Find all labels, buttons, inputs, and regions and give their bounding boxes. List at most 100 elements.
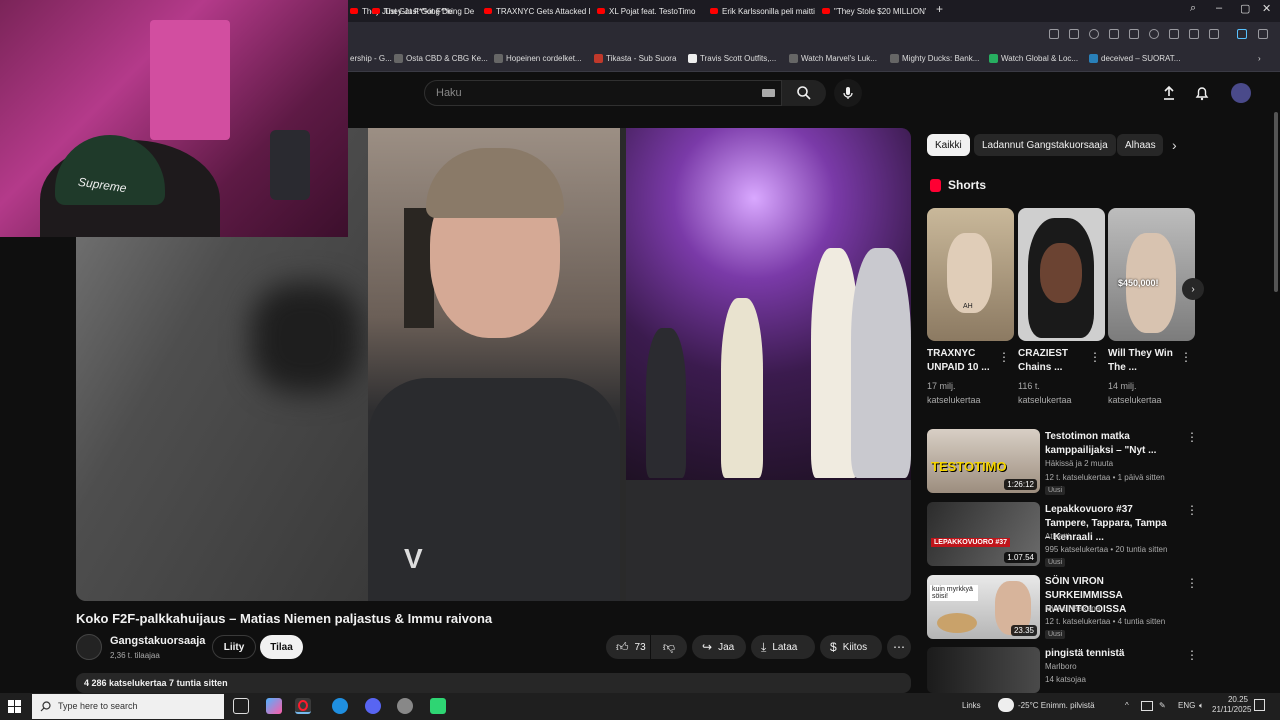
short-thumbnail[interactable]: AH <box>927 208 1014 341</box>
dislike-button[interactable]: 👎︎ <box>651 635 687 659</box>
recommendation-thumbnail[interactable]: TESTOTIMO 1:26:12 <box>927 429 1040 493</box>
bookmark-item[interactable]: Tikasta - Sub Suora <box>594 54 676 63</box>
account-avatar[interactable] <box>1231 83 1251 103</box>
browser-tab[interactable]: TRAXNYC Gets Attacked I <box>484 0 596 22</box>
chip-all[interactable]: Kaikki <box>927 134 970 156</box>
more-vertical-icon[interactable]: ⋮ <box>1186 576 1198 590</box>
notifications-icon[interactable] <box>1254 699 1265 711</box>
play-icon[interactable] <box>1129 29 1139 39</box>
share-button[interactable]: ↪ Jaa <box>692 635 746 659</box>
thanks-button[interactable]: $ Kiitos <box>820 635 882 659</box>
copilot-icon[interactable] <box>266 698 282 714</box>
browser-tab[interactable]: "They Stole $20 MILLION" <box>822 0 926 22</box>
recommendation-thumbnail[interactable]: LEPAKKOVUORO #37 1.07.54 <box>927 502 1040 566</box>
opera-gx-icon[interactable] <box>295 698 311 714</box>
join-button[interactable]: Liity <box>212 635 256 659</box>
chip-uploaded-by-channel[interactable]: Ladannut Gangstakuorsaaja <box>974 134 1116 156</box>
more-vertical-icon[interactable]: ⋮ <box>1186 503 1198 517</box>
task-view-icon[interactable] <box>233 698 249 714</box>
new-tab-icon[interactable]: + <box>936 2 943 16</box>
more-vertical-icon[interactable]: ⋮ <box>998 350 1010 364</box>
subscribe-button[interactable]: Tilaa <box>260 635 303 659</box>
bookmark-item[interactable]: Watch Global & Loc... <box>989 54 1078 63</box>
recommendation-channel[interactable]: Häkissä ja 2 muuta <box>1045 458 1185 470</box>
more-vertical-icon[interactable]: ⋮ <box>1089 350 1101 364</box>
channel-name[interactable]: Gangstakuorsaaja <box>110 635 205 647</box>
keyboard-icon[interactable] <box>762 89 775 97</box>
short-title[interactable]: Will They Win The ... <box>1108 347 1182 375</box>
volume-icon[interactable]: 🔈︎ <box>1199 701 1204 711</box>
channel-avatar[interactable] <box>76 634 102 660</box>
weather-text[interactable]: -25°C Enimm. pilvistä <box>1018 701 1095 710</box>
vpn-icon[interactable] <box>1237 29 1247 39</box>
recommendation-channel[interactable]: Miska Haakana <box>1045 603 1185 615</box>
weather-icon[interactable] <box>998 698 1014 712</box>
search-input[interactable]: Haku <box>424 80 782 106</box>
more-vertical-icon[interactable]: ⋮ <box>1186 430 1198 444</box>
discord-icon[interactable] <box>365 698 381 714</box>
short-title[interactable]: TRAXNYC UNPAID 10 ... <box>927 347 1001 375</box>
clock[interactable]: 20.25 21/11/2025 <box>1212 695 1251 715</box>
edge-icon[interactable] <box>332 698 348 714</box>
links-toolbar[interactable]: Links <box>962 701 981 710</box>
camera-icon[interactable] <box>1069 29 1079 39</box>
browser-tab[interactable]: Erik Karlssonilla peli maitti <box>710 0 820 22</box>
shield-icon[interactable] <box>1089 29 1099 39</box>
recommendation-thumbnail[interactable]: kuin myrkkyä söisi! 23.35 <box>927 575 1040 639</box>
settings-icon[interactable] <box>1258 29 1268 39</box>
extension-icon[interactable] <box>1109 29 1119 39</box>
short-title[interactable]: CRAZIEST Chains ... <box>1018 347 1092 375</box>
bookmark-item[interactable]: Mighty Ducks: Bank... <box>890 54 979 63</box>
recommendation-thumbnail[interactable] <box>927 647 1040 693</box>
download-icon[interactable] <box>1169 29 1179 39</box>
description-box[interactable]: 4 286 katselukertaa 7 tuntia sitten <box>76 673 911 693</box>
network-icon[interactable]: ✎ <box>1159 701 1166 710</box>
bookmark-item[interactable]: Hopeinen cordelket... <box>494 54 582 63</box>
recommendation-channel[interactable]: Marlboro <box>1045 661 1185 673</box>
upload-icon[interactable] <box>1161 85 1177 101</box>
voice-search-button[interactable] <box>834 79 862 107</box>
browser-tab[interactable]: XL Pojat feat. TestoTimo <box>597 0 709 22</box>
shorts-next-icon[interactable]: › <box>1182 278 1204 300</box>
windows-start-icon[interactable] <box>8 700 21 713</box>
taskbar-search-input[interactable]: Type here to search <box>32 694 224 719</box>
chips-next-icon[interactable]: › <box>1172 137 1177 153</box>
heart-icon[interactable] <box>1149 29 1159 39</box>
notifications-bell-icon[interactable] <box>1194 85 1210 101</box>
like-button[interactable]: 👍︎ 73 <box>606 635 650 659</box>
menu-icon[interactable] <box>1189 29 1199 39</box>
search-button[interactable] <box>782 80 826 106</box>
bookmark-item[interactable]: ership - G... <box>350 54 392 63</box>
bookmark-favicon-icon <box>989 54 998 63</box>
bookmarks-overflow-icon[interactable]: › <box>1258 54 1261 63</box>
youtube-favicon-icon <box>597 8 605 14</box>
maximize-icon[interactable]: ▢ <box>1240 2 1250 15</box>
recommendation-channel[interactable]: Atleetti <box>1045 531 1185 543</box>
recommendation-title[interactable]: Testotimon matka kamppailijaksi – "Nyt .… <box>1045 430 1175 458</box>
chip-related[interactable]: Alhaas <box>1117 134 1163 156</box>
bookmark-label: Watch Global & Loc... <box>1001 54 1079 63</box>
tray-overflow-icon[interactable]: ^ <box>1125 701 1129 710</box>
more-vertical-icon[interactable]: ⋮ <box>1186 648 1198 662</box>
close-window-icon[interactable]: ✕ <box>1262 2 1271 15</box>
download-button[interactable]: ⤓ Lataa <box>751 635 815 659</box>
edit-icon[interactable] <box>1049 29 1059 39</box>
browser-tab[interactable]: They Just Got F**king De <box>372 0 484 22</box>
recommendation-title[interactable]: pingistä tennistä <box>1045 647 1175 661</box>
search-tabs-icon[interactable]: ⌕ <box>1190 2 1196 15</box>
app-icon[interactable] <box>397 698 413 714</box>
lock-icon[interactable] <box>1209 29 1219 39</box>
scrollbar-thumb[interactable] <box>1274 112 1278 292</box>
language-indicator[interactable]: ENG <box>1178 701 1195 710</box>
short-thumbnail[interactable] <box>1018 208 1105 341</box>
more-vertical-icon[interactable]: ⋮ <box>1180 350 1192 364</box>
short-thumbnail[interactable]: $450,000! <box>1108 208 1195 341</box>
bookmark-item[interactable]: deceived – SUORAT... <box>1089 54 1180 63</box>
display-icon[interactable] <box>1141 701 1153 711</box>
bookmark-item[interactable]: Watch Marvel's Luk... <box>789 54 877 63</box>
stream-app-icon[interactable] <box>430 698 446 714</box>
more-actions-button[interactable]: ⋯ <box>887 635 911 659</box>
minimize-icon[interactable]: – <box>1216 2 1222 14</box>
bookmark-item[interactable]: Osta CBD & CBG Ke... <box>394 54 488 63</box>
bookmark-item[interactable]: Travis Scott Outfits,... <box>688 54 776 63</box>
